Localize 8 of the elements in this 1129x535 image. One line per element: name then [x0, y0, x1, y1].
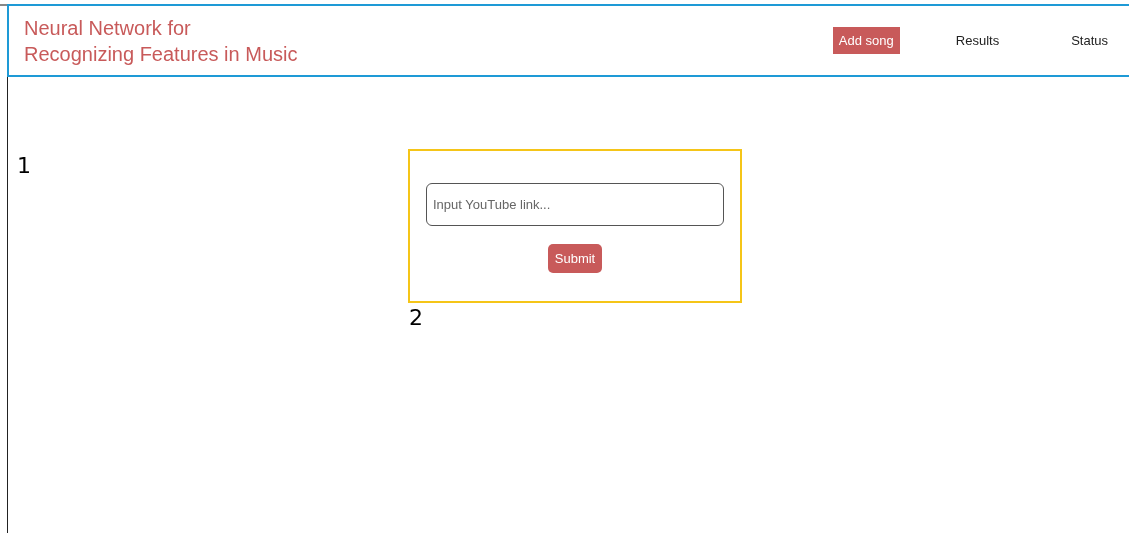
annotation-number: 2 — [409, 305, 423, 331]
link-input[interactable]: Input YouTube link... — [426, 183, 724, 226]
app-title: Neural Network for Recognizing Features in Music — [24, 15, 298, 67]
nav-link[interactable]: Results — [949, 27, 1006, 54]
submit-button[interactable]: Submit — [547, 244, 603, 273]
nav-link[interactable]: Status — [1065, 27, 1114, 54]
annotation-number: 1 — [17, 153, 31, 178]
nav-link[interactable]: Add song — [832, 27, 900, 54]
